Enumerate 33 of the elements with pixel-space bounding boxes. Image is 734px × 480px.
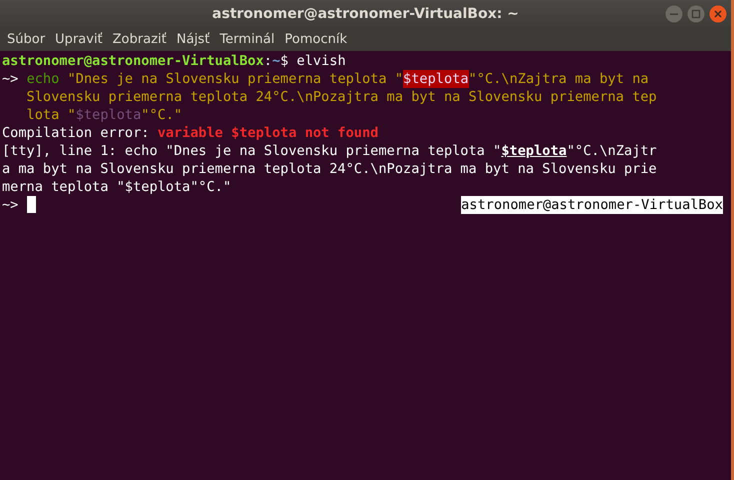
menu-item[interactable]: Súbor bbox=[2, 32, 50, 47]
prompt-text: ~> bbox=[2, 196, 20, 214]
maximize-icon[interactable] bbox=[687, 5, 705, 23]
terminal-text: ~> bbox=[2, 70, 20, 88]
terminal-text: "°C.\nZajtra ma byt na bbox=[468, 70, 649, 88]
menu-item[interactable]: Upraviť bbox=[50, 32, 108, 47]
right-prompt: astronomer@astronomer-VirtualBox bbox=[461, 196, 723, 214]
menu-item[interactable]: Nájsť bbox=[172, 32, 215, 47]
terminal-text: Slovensku priemerna teplota 24°C.\nPozajtra ma byt na Slovensku priemerna tep bbox=[26, 88, 657, 106]
terminal-text: "°C.\nZajtr bbox=[566, 142, 657, 160]
terminal-text: $teplota bbox=[403, 70, 469, 88]
terminal-text: $teplota bbox=[76, 106, 142, 124]
terminal-text: astronomer@astronomer-VirtualBox bbox=[2, 52, 264, 70]
terminal-text: $teplota bbox=[501, 142, 567, 160]
terminal-text: [tty], line 1: echo "Dnes je na Slovensku priemerna teplota " bbox=[2, 142, 502, 160]
terminal-text: merna teplota "$teplota"°C." bbox=[2, 178, 232, 196]
terminal-text: "Dnes je na Slovensku priemerna teplota " bbox=[66, 70, 404, 88]
terminal-text: : bbox=[264, 52, 272, 70]
window-title: astronomer@astronomer-VirtualBox: ~ bbox=[212, 6, 519, 22]
terminal-text: $ elvish bbox=[280, 52, 346, 70]
terminal-text: echo bbox=[26, 70, 60, 88]
terminal-text: lota " bbox=[26, 106, 76, 124]
menu-item[interactable]: Zobraziť bbox=[108, 32, 172, 47]
menu-item[interactable]: Terminál bbox=[214, 32, 280, 47]
terminal-text: "°C." bbox=[141, 106, 182, 124]
terminal-text: a ma byt na Slovensku priemerna teplota 24°C.\nPozajtra ma byt na Slovensku prie bbox=[2, 160, 657, 178]
menu-item[interactable]: Pomocník bbox=[280, 32, 352, 47]
minimize-icon[interactable] bbox=[665, 5, 683, 23]
close-icon[interactable] bbox=[709, 5, 727, 23]
text-cursor bbox=[26, 196, 36, 213]
terminal-text: ~ bbox=[272, 52, 280, 70]
terminal-text: variable $teplota not found bbox=[158, 124, 378, 142]
terminal-text: Compilation error: bbox=[2, 124, 150, 142]
